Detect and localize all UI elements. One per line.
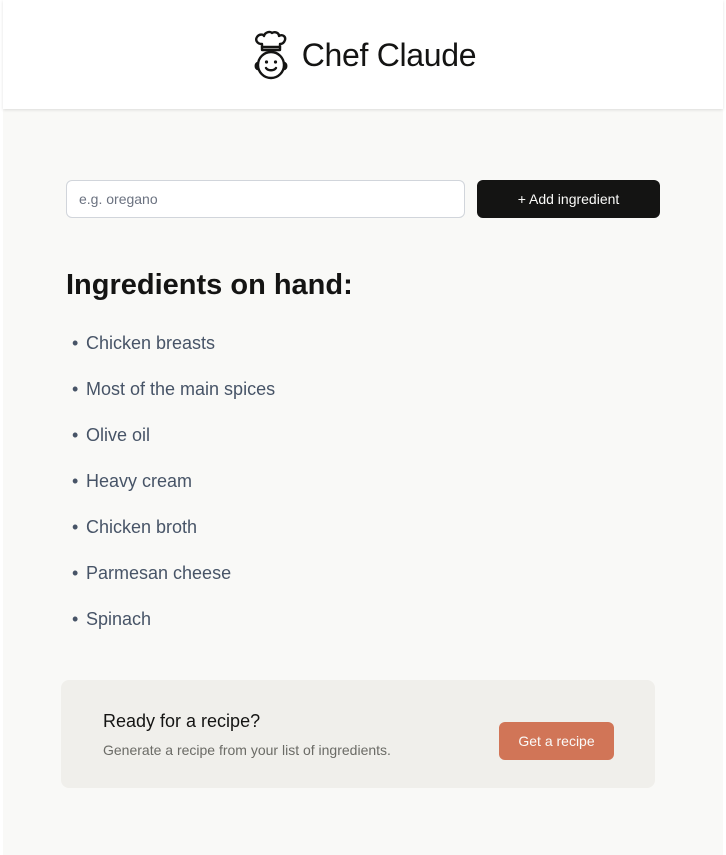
- chef-face-icon: [254, 30, 288, 79]
- ingredient-label: Chicken broth: [86, 517, 198, 537]
- get-recipe-button[interactable]: Get a recipe: [499, 722, 614, 760]
- ingredient-label: Olive oil: [86, 425, 151, 445]
- ingredient-label: Parmesan cheese: [86, 563, 232, 583]
- bullet-icon: •: [72, 471, 79, 491]
- cta-title: Ready for a recipe?: [103, 711, 261, 731]
- brand: Chef Claude: [250, 30, 477, 82]
- app-title: Chef Claude: [301, 37, 477, 73]
- bullet-icon: •: [72, 517, 79, 537]
- bullet-icon: •: [72, 609, 79, 629]
- ingredient-item: • Spinach: [72, 604, 275, 650]
- ingredient-label: Chicken breasts: [86, 333, 216, 353]
- bullet-icon: •: [72, 425, 79, 445]
- ingredients-heading: Ingredients on hand:: [66, 269, 353, 301]
- cta-subtitle: Generate a recipe from your list of ingr…: [103, 742, 391, 758]
- add-ingredient-button[interactable]: + Add ingredient: [477, 180, 660, 218]
- ingredient-label: Spinach: [86, 609, 152, 629]
- ingredients-list: • Chicken breasts • Most of the main spi…: [72, 328, 275, 650]
- app-header: Chef Claude: [3, 0, 723, 109]
- app: Chef Claude + Add ingredient Ingredients…: [3, 0, 723, 855]
- bullet-icon: •: [72, 379, 79, 399]
- ingredient-label: Most of the main spices: [86, 379, 276, 399]
- add-ingredient-form: + Add ingredient: [66, 180, 660, 218]
- ingredient-item: • Chicken breasts: [72, 328, 275, 374]
- ingredient-item: • Chicken broth: [72, 512, 275, 558]
- ingredient-input[interactable]: [66, 180, 465, 218]
- ingredient-item: • Olive oil: [72, 420, 275, 466]
- ingredient-label: Heavy cream: [86, 471, 193, 491]
- bullet-icon: •: [72, 563, 79, 583]
- ingredient-item: • Parmesan cheese: [72, 558, 275, 604]
- ingredient-item: • Heavy cream: [72, 466, 275, 512]
- get-recipe-panel: Ready for a recipe? Generate a recipe fr…: [61, 680, 655, 788]
- bullet-icon: •: [72, 333, 79, 353]
- ingredient-item: • Most of the main spices: [72, 374, 275, 420]
